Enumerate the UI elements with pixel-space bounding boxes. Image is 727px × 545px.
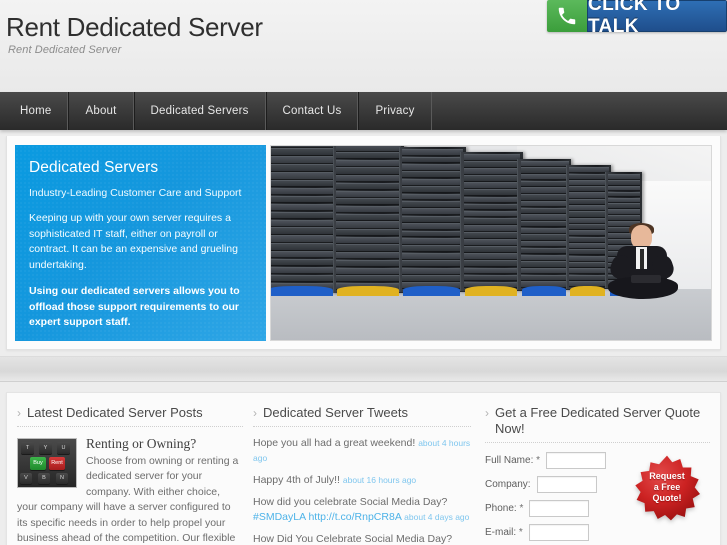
tweet-text: How Did You Celebrate Social Media Day? — [253, 532, 453, 545]
server-rack — [517, 158, 572, 291]
server-rack — [271, 145, 338, 294]
page-root: Rent Dedicated Server Rent Dedicated Ser… — [0, 0, 727, 545]
key-t: T — [21, 441, 34, 454]
server-rack — [460, 151, 523, 292]
cable-bundle — [570, 286, 606, 296]
key-n: N — [56, 472, 68, 484]
hero-shell: Dedicated Servers Industry-Leading Custo… — [6, 136, 721, 350]
nav-item-contact-us[interactable]: Contact Us — [265, 92, 359, 130]
page-title: Rent Dedicated Server — [6, 12, 263, 42]
hero-emphasis: Using our dedicated servers allows you t… — [29, 285, 240, 328]
tweet-item[interactable]: How did you celebrate Social Media Day? … — [253, 495, 471, 525]
tweet-timestamp: about 16 hours ago — [342, 474, 417, 485]
main-navigation: Home About Dedicated Servers Contact Us … — [0, 92, 727, 130]
server-rack — [398, 146, 466, 293]
tweet-list: Hope you all had a great weekend! about … — [253, 436, 471, 545]
request-quote-badge[interactable]: Request a Free Quote! — [634, 455, 700, 521]
quote-fields: Full Name: * Company: Phone: * E-mail: * — [485, 451, 615, 545]
tweet-text: Happy 4th of July!! — [253, 473, 343, 486]
tweets-heading: Dedicated Server Tweets — [263, 404, 408, 420]
quote-heading: Get a Free Dedicated Server Quote Now! — [495, 404, 701, 436]
chevron-right-icon: › — [253, 405, 257, 420]
cable-bundle — [337, 286, 399, 296]
key-y: Y — [39, 441, 52, 454]
click-to-talk-button[interactable]: CLICK TO TALK — [547, 0, 727, 32]
badge-line1: Request — [649, 471, 685, 481]
technician-figure — [605, 222, 685, 303]
site-header: Rent Dedicated Server Rent Dedicated Ser… — [0, 0, 727, 92]
phone-input[interactable] — [529, 499, 590, 517]
cable-bundle — [521, 286, 566, 296]
tweet-item[interactable]: How Did You Celebrate Social Media Day? … — [253, 532, 471, 545]
company-input[interactable] — [536, 475, 597, 493]
server-rack — [332, 145, 404, 294]
badge-line3: Quote! — [652, 493, 682, 503]
hero-paragraph: Keeping up with your own server requires… — [29, 212, 238, 271]
chevron-right-icon: › — [485, 405, 489, 420]
label-phone: Phone: * — [485, 502, 524, 514]
hero-section: Dedicated Servers Industry-Leading Custo… — [7, 136, 720, 349]
column-tweets: › Dedicated Server Tweets Hope you all h… — [253, 405, 481, 545]
label-email: E-mail: * — [485, 526, 523, 538]
nav-item-about[interactable]: About — [68, 92, 134, 130]
tweet-timestamp: about 4 days ago — [404, 511, 470, 522]
quote-divider — [485, 441, 710, 443]
email-input[interactable] — [528, 523, 589, 541]
full-name-input[interactable] — [546, 451, 607, 469]
posts-heading-row: › Latest Dedicated Server Posts — [17, 405, 243, 421]
field-row-company: Company: — [485, 475, 615, 493]
nav-item-home[interactable]: Home — [4, 92, 69, 130]
column-quote-form: › Get a Free Dedicated Server Quote Now!… — [481, 405, 710, 545]
cable-bundle — [271, 286, 333, 296]
field-row-phone: Phone: * — [485, 499, 615, 517]
tweet-item[interactable]: Happy 4th of July!! about 16 hours ago — [253, 473, 471, 488]
phone-icon — [547, 0, 587, 32]
hero-subtitle: Industry-Leading Customer Care and Suppo… — [29, 187, 242, 199]
posts-divider — [17, 425, 243, 427]
post-item[interactable]: T Y U Buy Rent V B N Renting or Owning? … — [17, 436, 243, 545]
tweet-link[interactable]: #SMDayLA http://t.co/RnpCR8A — [253, 511, 404, 523]
click-to-talk-label: CLICK TO TALK — [587, 0, 727, 32]
tweets-heading-row: › Dedicated Server Tweets — [253, 405, 471, 421]
tweet-text: Hope you all had a great weekend! — [253, 436, 419, 449]
hero-callout: Dedicated Servers Industry-Leading Custo… — [15, 145, 266, 341]
section-separator — [0, 355, 727, 382]
column-latest-posts: › Latest Dedicated Server Posts T Y U Bu… — [17, 405, 253, 545]
cable-bundle — [464, 286, 518, 296]
cable-bundle — [403, 286, 461, 296]
label-full-name: Full Name: * — [485, 454, 541, 466]
chevron-right-icon: › — [17, 405, 21, 420]
key-b: B — [38, 472, 50, 484]
nav-item-dedicated-servers[interactable]: Dedicated Servers — [133, 92, 266, 130]
server-room-photo — [270, 145, 712, 341]
badge-text: Request a Free Quote! — [634, 455, 700, 521]
hero-title: Dedicated Servers — [29, 159, 159, 176]
brand[interactable]: Rent Dedicated Server Rent Dedicated Ser… — [6, 12, 263, 56]
post-thumbnail-keyboard: T Y U Buy Rent V B N — [17, 437, 77, 488]
key-u: U — [57, 441, 70, 454]
site-tagline: Rent Dedicated Server — [8, 44, 122, 56]
field-row-email: E-mail: * — [485, 523, 615, 541]
key-rent: Rent — [49, 456, 65, 470]
key-buy: Buy — [30, 456, 46, 470]
tweet-item[interactable]: Hope you all had a great weekend! about … — [253, 436, 471, 466]
field-row-full-name: Full Name: * — [485, 451, 615, 469]
nav-item-privacy[interactable]: Privacy — [358, 92, 432, 130]
tweet-text: How did you celebrate Social Media Day? — [253, 495, 448, 508]
tweets-divider — [253, 425, 471, 427]
key-v: V — [20, 472, 32, 484]
badge-line2: a Free — [653, 482, 681, 492]
lower-columns: › Latest Dedicated Server Posts T Y U Bu… — [6, 391, 721, 545]
posts-heading: Latest Dedicated Server Posts — [27, 404, 203, 420]
quote-heading-row: › Get a Free Dedicated Server Quote Now! — [485, 405, 710, 437]
label-company: Company: — [485, 478, 531, 490]
